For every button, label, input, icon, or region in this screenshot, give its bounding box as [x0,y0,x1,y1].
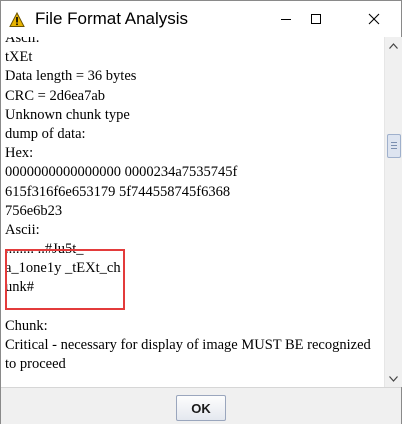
text-line: CRC = 2d6ea7ab [5,87,105,104]
maximize-button[interactable] [293,1,339,37]
text-line: tXEt [5,49,33,66]
button-bar: OK [1,387,401,424]
chevron-down-icon [389,375,398,382]
maximize-icon [311,14,321,24]
text-line: Hex: [5,145,34,162]
title-bar[interactable]: File Format Analysis [1,1,401,37]
text-line: Ascii: [5,221,40,238]
text-line: Chunk: [5,317,48,334]
text-line: Ascii: [5,37,40,46]
ok-button[interactable]: OK [176,395,226,421]
text-line: Unknown chunk type [5,106,130,123]
scroll-thumb[interactable] [387,134,401,158]
close-icon [368,13,380,25]
window-title: File Format Analysis [35,9,189,28]
analysis-text-area[interactable]: Ascii: tXEt Data length = 36 bytes CRC = 2d… [5,37,384,387]
text-line: unk# [5,279,34,296]
text-line: 615f316f6e653179 5f744558745f6368 [5,183,231,200]
warning-icon [9,12,25,27]
text-line: 756e6b23 [5,202,63,219]
text-line: dump of data: [5,125,86,142]
analysis-text: Ascii: tXEt Data length = 36 bytes CRC = 2d… [5,37,384,374]
text-line [5,298,384,317]
minimize-icon [281,19,291,20]
text-line: 0000000000000000 0000234a7535745f [5,164,238,181]
text-line: Data length = 36 bytes [5,68,137,85]
scroll-up-button[interactable] [385,37,402,54]
text-line: Critical - necessary for display of imag… [5,337,371,373]
close-button[interactable] [351,1,397,37]
dialog-window: File Format Analysis Ascii: tXEt Data leng… [0,0,402,424]
scroll-down-button[interactable] [385,370,402,387]
vertical-scrollbar[interactable] [384,37,402,387]
chevron-up-icon [389,42,398,49]
text-line: a_1one1y _tEXt_ch [5,260,121,277]
text-line: ........ ..#Ju5t_ [5,241,84,258]
